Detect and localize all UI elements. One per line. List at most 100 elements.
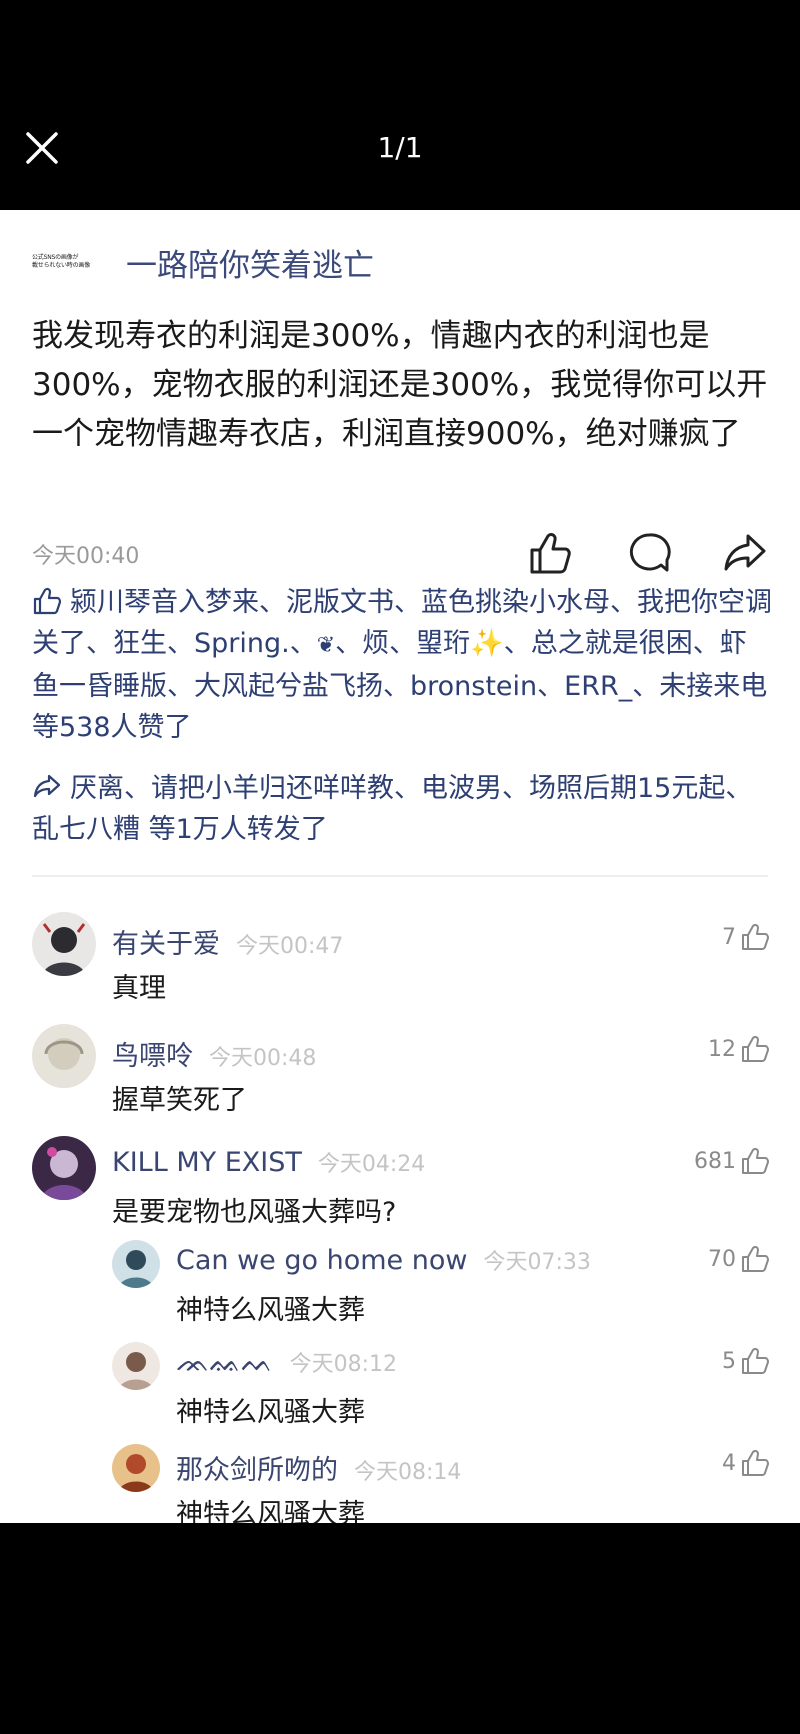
avatar[interactable]: [32, 1136, 96, 1200]
avatar[interactable]: [32, 1024, 96, 1088]
post-author[interactable]: 公式SNSの画像が 載せられない時の画像 一路陪你笑着逃亡: [32, 240, 374, 284]
reply-author-name[interactable]: Can we go home now: [176, 1245, 467, 1276]
liker-name[interactable]: 未接来电: [659, 671, 767, 702]
comment-author-name[interactable]: 鸟嘌呤: [112, 1041, 193, 1072]
sharer-name[interactable]: 请把小羊归还咩咩教: [151, 773, 394, 804]
avatar-image: [32, 1136, 96, 1200]
reply-like-count: 4: [722, 1450, 736, 1476]
comment-like-count: 681: [694, 1148, 736, 1174]
sharer-name[interactable]: 场照后期15元起: [529, 773, 725, 804]
avatar[interactable]: [112, 1342, 160, 1390]
reply-text: 神特么风骚大葬: [176, 1397, 365, 1428]
reply-item: 那众剑所吻的 今天08:14 神特么风骚大葬 4: [0, 1442, 800, 1523]
comment-author[interactable]: 鸟嘌呤 今天00:48: [112, 1034, 316, 1073]
reply-like-count: 5: [722, 1348, 736, 1374]
post-meta: 今天00:40: [32, 528, 772, 578]
comment-button[interactable]: [626, 530, 800, 576]
share-icon: [33, 774, 61, 798]
reply-author-name[interactable]: 那众剑所吻的: [176, 1455, 338, 1486]
liker-name[interactable]: 狂生: [113, 628, 167, 659]
share-count-summary[interactable]: 等1万人转发了: [149, 814, 328, 845]
comment-author[interactable]: 有关于爱 今天00:47: [112, 922, 343, 961]
author-badge-line: 載せられない時の画像: [32, 262, 91, 269]
avatar-image: [32, 1024, 96, 1088]
sharer-name[interactable]: 厌离: [70, 773, 124, 804]
comment-like-count: 12: [708, 1036, 736, 1062]
comment-like-button[interactable]: 12: [708, 1034, 770, 1064]
sparkle-icon: ✨: [470, 628, 504, 659]
like-icon: [742, 1449, 769, 1476]
like-button[interactable]: [528, 530, 574, 576]
author-name[interactable]: 一路陪你笑着逃亡: [126, 240, 374, 285]
comment-time: 今天00:48: [209, 1046, 317, 1071]
sharer-name[interactable]: 电波男: [421, 773, 502, 804]
reply-like-button[interactable]: 70: [708, 1244, 770, 1274]
like-count-summary[interactable]: 等538人赞了: [32, 712, 192, 743]
liker-name[interactable]: ERR_: [564, 671, 632, 702]
like-icon: [742, 923, 769, 950]
reply-time: 今天08:14: [354, 1460, 462, 1485]
liker-name[interactable]: 烦: [362, 628, 389, 659]
reply-time: 今天08:12: [289, 1352, 398, 1377]
reply-like-button[interactable]: 4: [722, 1448, 770, 1478]
comment-like-count: 7: [722, 924, 736, 950]
reply-author-name[interactable]: ᨏᨐᨓ: [176, 1347, 274, 1378]
avatar-image: [112, 1342, 160, 1390]
comment-author-name[interactable]: KILL MY EXIST: [112, 1147, 302, 1178]
liker-name[interactable]: 泥版文书: [286, 587, 394, 618]
reply-item: Can we go home now 今天07:33 神特么风骚大葬 70: [0, 1238, 800, 1334]
like-icon: [742, 1245, 769, 1272]
reply-author[interactable]: 那众剑所吻的 今天08:14: [176, 1448, 461, 1487]
avatar-image: [32, 912, 96, 976]
author-badge-line: 公式SNSの画像が: [32, 254, 79, 261]
liker-name[interactable]: ❦: [317, 633, 335, 658]
liker-name[interactable]: 琞珩: [416, 628, 470, 659]
comment-time: 今天00:47: [236, 934, 344, 959]
liker-name[interactable]: bronstein: [410, 671, 537, 702]
comment-author[interactable]: KILL MY EXIST 今天04:24: [112, 1146, 425, 1178]
comment-item: 鸟嘌呤 今天00:48 握草笑死了 12: [0, 1022, 800, 1122]
reply-time: 今天07:33: [483, 1250, 591, 1275]
like-icon: [742, 1035, 769, 1062]
like-icon: [742, 1147, 769, 1174]
share-icon: [724, 534, 766, 571]
shared-by-list: 厌离、请把小羊归还咩咩教、电波男、场照后期15元起、乱七八糟 等1万人转发了: [32, 773, 753, 845]
sharer-name[interactable]: 乱七八糟: [32, 814, 140, 845]
viewer-bottom-bar: [0, 1523, 800, 1734]
like-icon: [530, 533, 571, 574]
reply-author[interactable]: Can we go home now 今天07:33: [176, 1244, 591, 1276]
reply-item: ᨏᨐᨓ 今天08:12 神特么风骚大葬 5: [0, 1340, 800, 1436]
avatar-image: [112, 1240, 160, 1288]
comment-time: 今天04:24: [317, 1152, 426, 1177]
comment-icon: [629, 533, 671, 572]
reply-text: 神特么风骚大葬: [176, 1499, 365, 1523]
liker-name[interactable]: 蓝色挑染小水母: [421, 587, 610, 618]
reply-author[interactable]: ᨏᨐᨓ 今天08:12: [176, 1346, 397, 1379]
liker-name[interactable]: Spring.: [194, 628, 290, 659]
comment-text: 握草笑死了: [112, 1085, 247, 1116]
comment-text: 真理: [112, 973, 166, 1004]
avatar[interactable]: [32, 912, 96, 976]
comment-item: 有关于爱 今天00:47 真理 7: [0, 910, 800, 1010]
post-time: 今天00:40: [32, 544, 140, 569]
liker-name[interactable]: 大风起兮盐飞扬: [194, 671, 383, 702]
reply-like-button[interactable]: 5: [722, 1346, 770, 1376]
liked-by-list: 颍川琴音入梦来、泥版文书、蓝色挑染小水母、我把你空调关了、狂生、Spring.、…: [32, 587, 772, 743]
avatar[interactable]: [112, 1240, 160, 1288]
like-icon: [33, 587, 62, 615]
comment-author-name[interactable]: 有关于爱: [112, 929, 220, 960]
author-avatar: 公式SNSの画像が 載せられない時の画像: [32, 247, 104, 277]
reply-text: 神特么风骚大葬: [176, 1295, 365, 1326]
comment-like-button[interactable]: 7: [722, 922, 770, 952]
avatar[interactable]: [112, 1444, 160, 1492]
avatar-image: [112, 1444, 160, 1492]
reply-like-count: 70: [708, 1246, 736, 1272]
comment-item: KILL MY EXIST 今天04:24 是要宠物也风骚大葬吗? 681: [0, 1134, 800, 1234]
share-button[interactable]: [722, 530, 768, 576]
page-counter: 1/1: [377, 131, 423, 164]
liker-name[interactable]: 总之就是很困: [531, 628, 693, 659]
comment-text: 是要宠物也风骚大葬吗?: [112, 1197, 397, 1228]
comment-like-button[interactable]: 681: [694, 1146, 770, 1176]
post-screenshot: 公式SNSの画像が 載せられない時の画像 一路陪你笑着逃亡 我发现寿衣的利润是3…: [0, 210, 800, 1523]
liker-name[interactable]: 颍川琴音入梦来: [70, 587, 259, 618]
